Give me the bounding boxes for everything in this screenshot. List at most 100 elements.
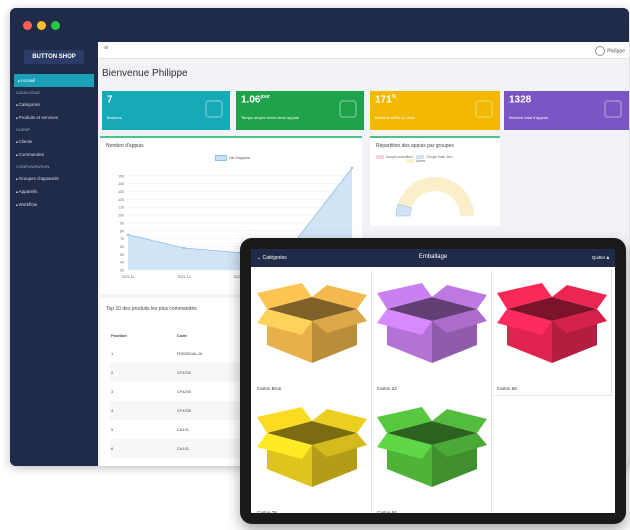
- quit-button[interactable]: Quitter 🔒︎: [592, 255, 609, 260]
- sidebar-item-label: Appareils: [18, 189, 38, 194]
- quit-label: Quitter: [591, 255, 606, 260]
- app-logo[interactable]: BUTTON SHOP: [24, 50, 84, 64]
- stat-label: Nombre total d'appuis: [509, 115, 548, 120]
- sidebar-section-label: CLIENT: [16, 127, 31, 132]
- y-tick-label: 60: [120, 245, 124, 249]
- bar-chart-icon: [603, 99, 623, 119]
- page-title: Bienvenue Philippe: [102, 68, 188, 79]
- box-icon: [257, 407, 367, 487]
- stat-label: Temps moyen entre deux appuis: [241, 115, 299, 120]
- table-cell: 3: [111, 389, 114, 394]
- sidebar-item-produits-et-services[interactable]: ■ Produits et services: [10, 111, 98, 124]
- user-icon: [595, 46, 606, 56]
- sidebar-item-accueil[interactable]: ■ Accueil: [14, 74, 94, 87]
- box-icon: [377, 283, 487, 363]
- y-tick-label: 110: [118, 206, 124, 210]
- title-bar: [10, 8, 629, 42]
- tablet-nav-bar: ⌄ Catégories Emballage Quitter 🔒︎: [251, 249, 615, 267]
- sidebar-item-label: Workflow: [18, 202, 38, 207]
- sidebar-section-label: CONFIGURATION: [16, 164, 50, 169]
- sidebar-item-groupes-d-appareils[interactable]: ■ Groupes d'appareils: [10, 172, 98, 185]
- data-point[interactable]: [182, 246, 186, 250]
- product-grid: Carton Brun Carton 22 Carton 58 Carton 78 Ca…: [253, 269, 615, 513]
- box-icon: [257, 283, 367, 363]
- top-bar: ≡ Philippe: [98, 42, 629, 59]
- stat-card: 171% Boutons actifs ce mois: [370, 91, 500, 130]
- sidebar-item-label: Accueil: [20, 78, 36, 83]
- y-tick-label: 30: [120, 269, 124, 273]
- y-tick-label: 50: [120, 253, 124, 257]
- close-window-button[interactable]: [23, 21, 32, 30]
- stat-value: 1.06jour: [241, 94, 270, 106]
- maximize-window-button[interactable]: [51, 21, 60, 30]
- sidebar-item-appareils[interactable]: ■ Appareils: [10, 185, 98, 198]
- sidebar-item-label: Produits et services: [18, 115, 58, 120]
- column-header[interactable]: Position: [110, 326, 176, 344]
- sidebar-item-label: Catégories: [18, 102, 41, 107]
- rss-icon: [204, 99, 224, 119]
- user-name: Philippe: [607, 48, 625, 55]
- y-tick-label: 70: [120, 237, 124, 241]
- table-cell: 5: [111, 427, 114, 432]
- stat-value: 1328: [509, 94, 532, 106]
- y-tick-label: 40: [120, 261, 124, 265]
- tablet-title: Emballage: [418, 254, 448, 260]
- y-tick-label: 130: [118, 190, 124, 194]
- sidebar-item-workflow[interactable]: ■ Workflow: [10, 198, 98, 211]
- product-label: Carton 58: [497, 386, 517, 391]
- y-tick-label: 100: [118, 214, 124, 218]
- tablet-screen: ⌄ Catégories Emballage Quitter 🔒︎ Carton…: [251, 249, 615, 513]
- y-tick-label: 140: [118, 182, 124, 186]
- box-icon: [497, 283, 607, 363]
- minimize-window-button[interactable]: [37, 21, 46, 30]
- stat-card: 7 Boutons: [102, 91, 230, 130]
- product-tile[interactable]: Carton Brun: [253, 269, 372, 396]
- gauge-chart: [395, 177, 474, 217]
- tablet-device: ⌄ Catégories Emballage Quitter 🔒︎ Carton…: [240, 238, 626, 524]
- product-label: Carton 84: [377, 510, 397, 513]
- stat-card: 1.06jour Temps moyen entre deux appuis: [236, 91, 364, 130]
- sidebar-item-label: Commandes: [18, 152, 45, 157]
- data-point[interactable]: [126, 233, 130, 236]
- sidebar-item-cat-gories[interactable]: ■ Catégories: [10, 98, 98, 111]
- product-label: Carton 78: [257, 510, 277, 513]
- sidebar-item-commandes[interactable]: ■ Commandes: [10, 148, 98, 161]
- sidebar-item-clients[interactable]: ■ Clients: [10, 135, 98, 148]
- y-tick-label: 120: [118, 198, 124, 202]
- table-cell: 7: [110, 458, 176, 466]
- data-point[interactable]: [350, 166, 354, 170]
- y-tick-label: 90: [120, 221, 124, 225]
- sidebar-section-label: CATALOGUE: [16, 90, 41, 95]
- sidebar-item-label: Clients: [18, 139, 33, 144]
- stat-label: Boutons actifs ce mois: [375, 115, 416, 120]
- gauge-panel: Répartition des appuis par groupes Group…: [370, 136, 500, 226]
- product-tile[interactable]: Carton 84: [373, 393, 492, 513]
- stat-value: 171%: [375, 94, 397, 106]
- table-cell: 2: [110, 363, 176, 382]
- x-tick-label: 2021-12: [178, 275, 191, 279]
- product-tile[interactable]: Carton 58: [493, 269, 612, 396]
- sidebar-nav: ■ Accueil CATALOGUE ■ Catégories ■ Produits…: [10, 74, 98, 211]
- product-tile[interactable]: Carton 78: [253, 393, 372, 513]
- lock-icon: 🔒︎: [606, 255, 609, 260]
- calendar-icon: [474, 99, 494, 119]
- stat-card: 1328 Nombre total d'appuis: [504, 91, 629, 130]
- stat-label: Boutons: [107, 115, 122, 120]
- x-tick-label: 2021-11: [122, 275, 135, 279]
- product-tile[interactable]: Carton 22: [373, 269, 492, 396]
- table-cell: 6: [110, 439, 176, 458]
- sidebar: BUTTON SHOP ■ Accueil CATALOGUE ■ Catégori…: [10, 42, 98, 466]
- table-cell: 1: [111, 351, 114, 356]
- box-icon: [377, 407, 487, 487]
- table-cell: 4: [110, 401, 176, 420]
- user-menu[interactable]: Philippe: [595, 46, 625, 56]
- y-tick-label: 150: [118, 174, 124, 178]
- stat-value: 7: [107, 94, 113, 106]
- y-tick-label: 80: [120, 229, 124, 233]
- clock-icon: [338, 99, 358, 119]
- product-label: Carton Brun: [257, 386, 282, 391]
- sidebar-item-label: Groupes d'appareils: [18, 176, 59, 181]
- menu-icon[interactable]: ≡: [104, 45, 108, 52]
- table-title: Top 10 des produits les plus commandés: [106, 306, 197, 312]
- product-label: Carton 22: [377, 386, 397, 391]
